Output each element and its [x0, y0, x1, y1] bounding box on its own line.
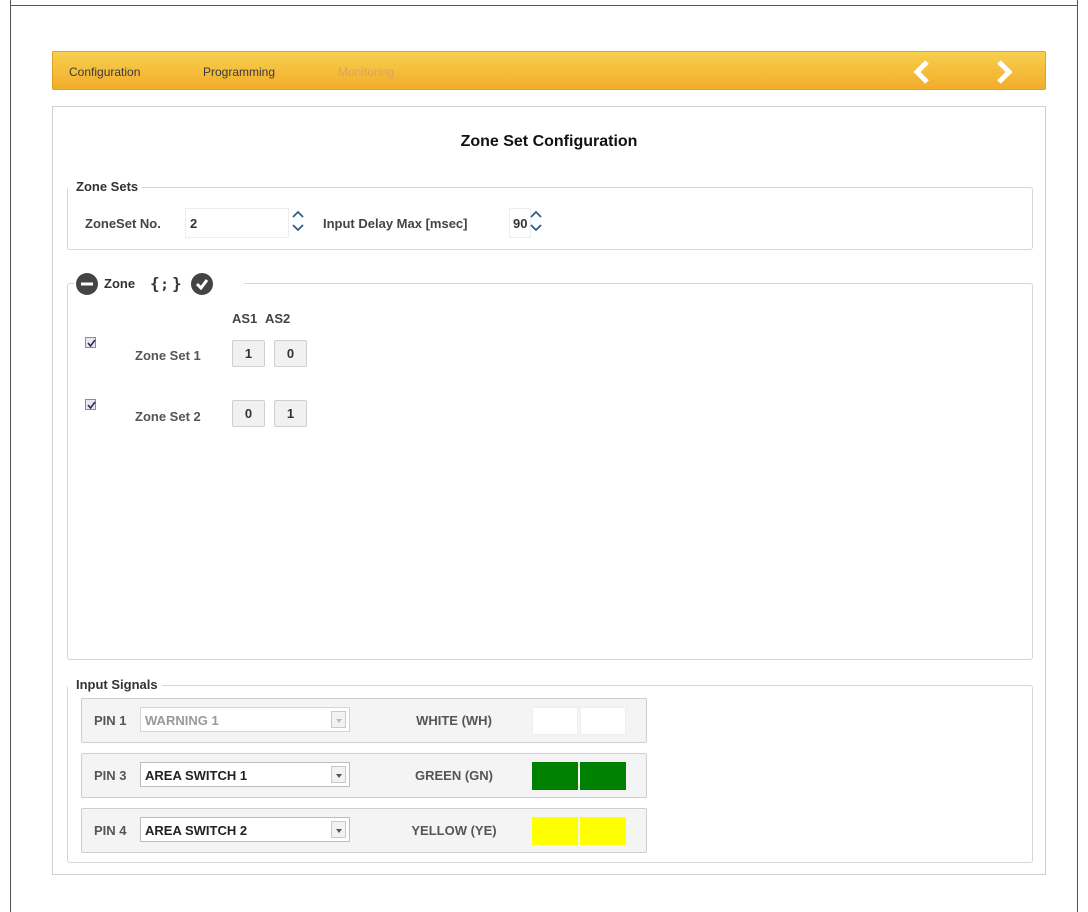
- svg-text:;: ;: [162, 278, 167, 293]
- zoneset-no-label: ZoneSet No.: [85, 216, 161, 231]
- column-header-as1: AS1: [232, 311, 258, 326]
- tab-programming[interactable]: Programming: [203, 65, 275, 79]
- zone-group: Zone { ; } AS1 AS2 Zone Set 1 1 0 Zone S…: [67, 271, 1033, 660]
- pin-3-color-name: GREEN (GN): [415, 768, 493, 783]
- pin-1-label: PIN 1: [94, 713, 127, 728]
- zone-set-2-label: Zone Set 2: [135, 409, 201, 424]
- zone-set-2-as1-button[interactable]: 0: [232, 400, 265, 427]
- input-delay-input[interactable]: [509, 208, 531, 238]
- pin-4-color-name: YELLOW (YE): [411, 823, 497, 838]
- pin-4-color-swatch-b: [580, 817, 626, 845]
- window-frame-left: [10, 0, 11, 912]
- main-panel: Zone Set Configuration Zone Sets ZoneSet…: [52, 106, 1046, 875]
- column-header-as2: AS2: [265, 311, 291, 326]
- zoneset-no-input[interactable]: [185, 208, 289, 238]
- pin-1-color-swatch-b: [580, 707, 626, 735]
- pin-1-select: WARNING 1: [140, 707, 350, 732]
- zone-legend: Zone: [104, 276, 136, 291]
- input-signals-legend: Input Signals: [68, 677, 162, 692]
- pin-row-4: PIN 4 AREA SWITCH 2 YELLOW (YE): [81, 808, 647, 853]
- zone-set-1-checkbox[interactable]: [85, 337, 96, 348]
- pin-1-color-swatch-a: [532, 707, 578, 735]
- pin-4-select-value: AREA SWITCH 2: [145, 823, 248, 838]
- top-nav-bar: Configuration Programming Monitoring: [52, 51, 1046, 90]
- page-title: Zone Set Configuration: [460, 133, 638, 150]
- svg-text:}: }: [172, 274, 182, 293]
- input-signals-group: Input Signals PIN 1 WARNING 1 WHITE (WH)…: [67, 677, 1033, 863]
- check-circle-icon[interactable]: [191, 273, 213, 295]
- pin-1-select-value: WARNING 1: [145, 713, 219, 728]
- tab-monitoring: Monitoring: [338, 65, 395, 79]
- tab-configuration[interactable]: Configuration: [69, 65, 140, 79]
- minus-circle-icon[interactable]: [76, 273, 98, 295]
- chevron-down-icon[interactable]: [331, 766, 346, 783]
- pin-3-color-swatch-a: [532, 762, 578, 790]
- zoneset-no-spinner[interactable]: [291, 208, 305, 234]
- zone-sets-group: Zone Sets ZoneSet No. Input Delay Max [m…: [67, 179, 1033, 250]
- input-delay-label: Input Delay Max [msec]: [323, 216, 468, 231]
- zone-set-1-label: Zone Set 1: [135, 348, 201, 363]
- pin-row-1: PIN 1 WARNING 1 WHITE (WH): [81, 698, 647, 743]
- pin-1-color-name: WHITE (WH): [416, 713, 492, 728]
- chevron-down-icon[interactable]: [331, 821, 346, 838]
- zone-set-2-as2-button[interactable]: 1: [274, 400, 307, 427]
- zone-set-2-checkbox[interactable]: [85, 399, 96, 410]
- input-delay-spinner[interactable]: [529, 208, 543, 234]
- zone-set-1-as2-button[interactable]: 0: [274, 340, 307, 367]
- zone-set-1-as1-button[interactable]: 1: [232, 340, 265, 367]
- zone-sets-legend: Zone Sets: [68, 179, 143, 194]
- pin-4-color-swatch-a: [532, 817, 578, 845]
- pin-4-select[interactable]: AREA SWITCH 2: [140, 817, 350, 842]
- pin-4-label: PIN 4: [94, 823, 127, 838]
- pin-3-select[interactable]: AREA SWITCH 1: [140, 762, 350, 787]
- zone-legend-bar: Zone { ; }: [74, 271, 244, 297]
- code-braces-icon[interactable]: { ; }: [148, 273, 188, 295]
- pin-row-3: PIN 3 AREA SWITCH 1 GREEN (GN): [81, 753, 647, 798]
- window-frame-right: [1077, 0, 1078, 912]
- chevron-down-icon: [331, 711, 346, 728]
- window-frame-top: [10, 5, 1078, 6]
- chevron-right-icon[interactable]: [991, 60, 1017, 84]
- chevron-left-icon[interactable]: [909, 60, 935, 84]
- svg-text:{: {: [150, 274, 160, 293]
- pin-3-label: PIN 3: [94, 768, 127, 783]
- pin-3-select-value: AREA SWITCH 1: [145, 768, 248, 783]
- pin-3-color-swatch-b: [580, 762, 626, 790]
